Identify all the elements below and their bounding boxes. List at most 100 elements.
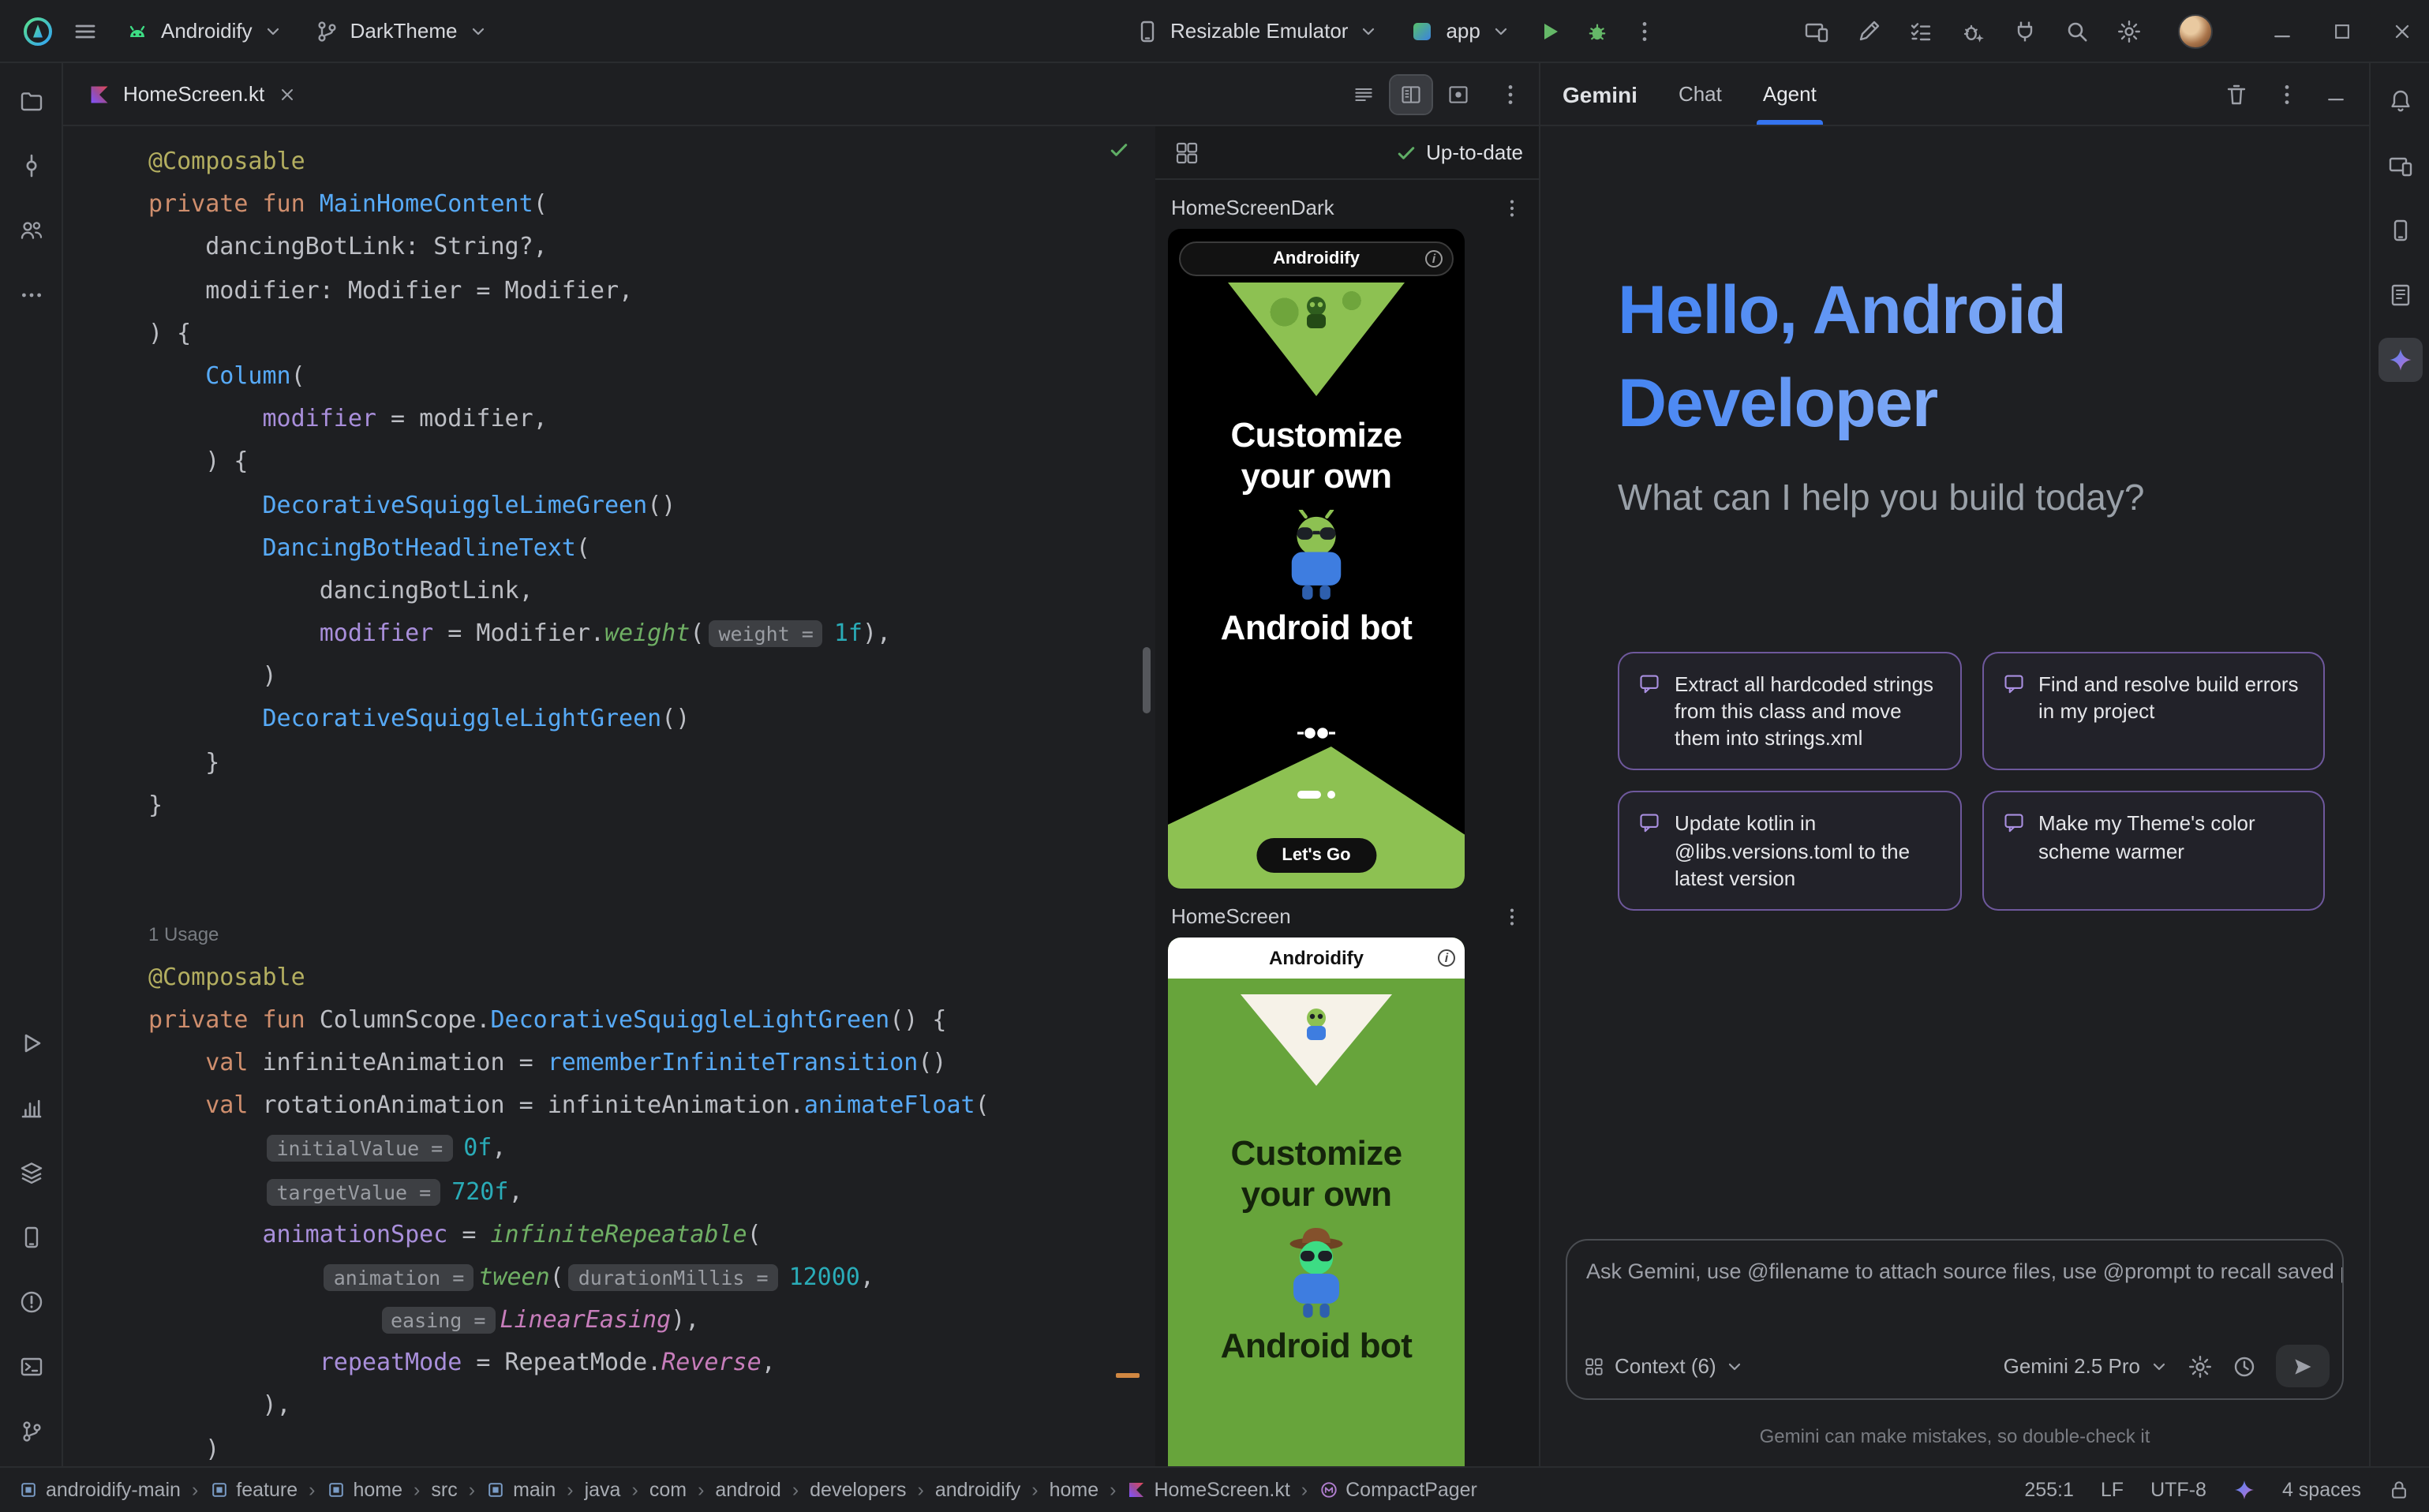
ai-debug-icon[interactable] — [1960, 18, 1985, 43]
ai-actions-icon[interactable] — [1856, 18, 1881, 43]
vcs-branch-selector[interactable]: DarkTheme — [300, 10, 502, 51]
breadcrumb-item[interactable]: com — [649, 1479, 687, 1501]
split-view-button[interactable] — [1390, 75, 1432, 113]
debug-button[interactable] — [1575, 9, 1619, 53]
breadcrumb-item[interactable]: home — [326, 1479, 402, 1501]
code-line: @Composable — [148, 956, 1155, 998]
device-selector[interactable]: Resizable Emulator — [1120, 10, 1392, 51]
breadcrumb-item[interactable]: developers — [810, 1479, 906, 1501]
line-separator[interactable]: LF — [2101, 1479, 2124, 1501]
project-tool-button[interactable] — [9, 79, 53, 123]
more-run-options-button[interactable] — [1622, 9, 1667, 53]
preview-headline: Android bot — [1168, 608, 1465, 649]
window-minimize-icon[interactable] — [2271, 20, 2293, 42]
preview-homescreen[interactable]: Androidify i Customize — [1168, 938, 1465, 1466]
code-line: modifier = modifier, — [148, 398, 1155, 440]
readonly-lock-icon[interactable] — [2388, 1479, 2410, 1501]
notifications-tool-button[interactable] — [2378, 79, 2422, 123]
preview-layout-icon[interactable] — [1174, 140, 1200, 165]
model-selector[interactable]: Gemini 2.5 Pro — [2004, 1354, 2169, 1378]
version-control-tool-button[interactable] — [9, 1409, 53, 1454]
gemini-prompt-box[interactable]: Context (6) Gemini 2.5 Pro — [1566, 1239, 2344, 1400]
inspections-ok-icon[interactable] — [1108, 139, 1130, 161]
breadcrumb-item[interactable]: androidify-main — [19, 1479, 181, 1501]
run-tool-button[interactable] — [9, 1021, 53, 1065]
gemini-suggestion-card[interactable]: Find and resolve build errors in my proj… — [1982, 652, 2325, 771]
breadcrumb-item[interactable]: androidify — [935, 1479, 1020, 1501]
running-devices-tool-button[interactable] — [2378, 208, 2422, 253]
phone-icon — [18, 1225, 43, 1250]
tab-agent[interactable]: Agent — [1763, 63, 1817, 125]
lets-go-button[interactable]: Let's Go — [1256, 838, 1375, 873]
window-close-icon[interactable] — [2391, 20, 2413, 42]
window-maximize-icon[interactable] — [2331, 20, 2353, 42]
project-selector[interactable]: Androidify — [110, 10, 297, 51]
design-view-button[interactable] — [1438, 75, 1479, 113]
caret-position[interactable]: 255:1 — [2024, 1479, 2074, 1501]
problems-tool-button[interactable] — [9, 1280, 53, 1324]
mini-bot-illustration — [1299, 295, 1334, 333]
gemini-options-icon[interactable] — [2274, 81, 2300, 107]
chart-icon — [18, 1095, 43, 1121]
run-configuration-selector[interactable]: app — [1395, 10, 1524, 51]
hide-panel-icon[interactable] — [2325, 83, 2347, 105]
breadcrumb-item[interactable]: main — [486, 1479, 556, 1501]
editor-tab-homescreen[interactable]: HomeScreen.kt — [63, 63, 315, 125]
editor-scrollbar[interactable] — [1143, 647, 1151, 713]
file-encoding[interactable]: UTF-8 — [2150, 1479, 2206, 1501]
pull-requests-tool-button[interactable] — [9, 208, 53, 253]
kebab-icon — [1632, 18, 1657, 43]
terminal-tool-button[interactable] — [9, 1345, 53, 1389]
history-icon[interactable] — [2232, 1353, 2257, 1379]
build-tool-button[interactable] — [9, 1151, 53, 1195]
user-avatar[interactable] — [2178, 13, 2213, 48]
device-mirroring-icon[interactable] — [1804, 18, 1829, 43]
more-tool-windows-button[interactable] — [9, 273, 53, 317]
gemini-header: Gemini Chat Agent — [1540, 63, 2369, 126]
editor-options-icon[interactable] — [1498, 81, 1523, 107]
close-tab-icon[interactable] — [277, 84, 296, 103]
settings-gear-icon[interactable] — [2116, 18, 2142, 43]
code-line: dancingBotLink, — [148, 570, 1155, 612]
profiler-tool-button[interactable] — [9, 1086, 53, 1130]
preview-menu-icon[interactable] — [1501, 905, 1523, 927]
preview-menu-icon[interactable] — [1501, 196, 1523, 219]
tab-chat[interactable]: Chat — [1679, 63, 1722, 125]
breadcrumb-item[interactable]: HomeScreen.kt — [1127, 1479, 1289, 1501]
breadcrumb-item[interactable]: android — [715, 1479, 780, 1501]
breadcrumb-item[interactable]: feature — [209, 1479, 298, 1501]
preview-scroll-area[interactable]: HomeScreenDark Androidify i — [1155, 180, 1539, 1466]
gemini-tool-button[interactable] — [2378, 338, 2422, 382]
preview-homescreendark[interactable]: Androidify i Customize — [1168, 229, 1465, 889]
send-button[interactable] — [2276, 1345, 2330, 1387]
breadcrumb-item[interactable]: CompactPager — [1319, 1479, 1477, 1501]
gemini-settings-icon[interactable] — [2188, 1353, 2213, 1379]
breadcrumb-item[interactable]: src — [431, 1479, 457, 1501]
gemini-suggestion-card[interactable]: Update kotlin in @libs.versions.toml to … — [1618, 792, 1961, 911]
code-line: modifier: Modifier = Modifier, — [148, 269, 1155, 312]
gemini-prompt-input[interactable] — [1586, 1259, 2344, 1283]
commit-tool-button[interactable] — [9, 144, 53, 188]
device-manager-tool-button[interactable] — [2378, 144, 2422, 188]
logcat-tool-button[interactable] — [2378, 273, 2422, 317]
run-toolbar: Resizable Emulator app — [1120, 9, 1667, 53]
search-icon[interactable] — [2064, 18, 2090, 43]
code-line: Column( — [148, 355, 1155, 398]
code-view-button[interactable] — [1343, 75, 1384, 113]
code-editor[interactable]: @Composableprivate fun MainHomeContent( … — [63, 126, 1155, 1466]
gemini-suggestion-card[interactable]: Make my Theme's color scheme warmer — [1982, 792, 2325, 911]
breadcrumb-item[interactable]: home — [1050, 1479, 1099, 1501]
context-selector[interactable]: Context (6) — [1583, 1354, 1745, 1378]
run-button[interactable] — [1528, 9, 1572, 53]
gemini-suggestion-card[interactable]: Extract all hardcoded strings from this … — [1618, 652, 1961, 771]
breadcrumb-item[interactable]: java — [585, 1479, 621, 1501]
plugins-icon[interactable] — [2012, 18, 2038, 43]
main-menu-button[interactable] — [63, 9, 107, 53]
device-explorer-tool-button[interactable] — [9, 1215, 53, 1259]
page-indicator — [1297, 791, 1335, 799]
ai-status-icon[interactable] — [2233, 1479, 2255, 1501]
clear-chat-icon[interactable] — [2224, 81, 2249, 107]
code-content: @Composableprivate fun MainHomeContent( … — [148, 140, 1155, 1466]
task-list-icon[interactable] — [1908, 18, 1933, 43]
indent-setting[interactable]: 4 spaces — [2282, 1479, 2361, 1501]
